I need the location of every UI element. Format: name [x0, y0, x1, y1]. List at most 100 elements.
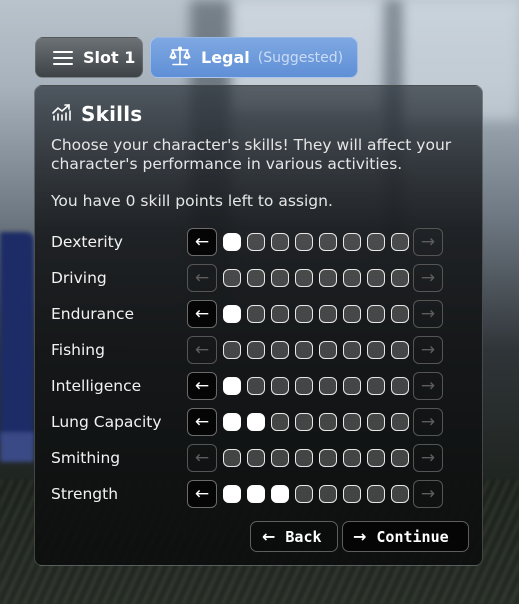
skill-row: Fishing ← → [51, 332, 443, 368]
skill-pip-empty [343, 485, 361, 503]
arrow-left-icon: ← [194, 267, 210, 288]
continue-button-label: Continue [376, 527, 449, 546]
increase-skill-button[interactable]: → [413, 408, 443, 436]
background-object [0, 232, 34, 442]
decrease-skill-button[interactable]: ← [187, 336, 217, 364]
skill-row: Lung Capacity ← → [51, 404, 443, 440]
skill-row: Strength ← → [51, 476, 443, 512]
skill-pip-filled [223, 233, 241, 251]
skill-pip-empty [271, 377, 289, 395]
skill-name: Intelligence [51, 377, 142, 395]
skill-pip-empty [391, 449, 409, 467]
skill-pip-filled [223, 305, 241, 323]
skill-pip-empty [247, 377, 265, 395]
skill-pip-empty [319, 269, 337, 287]
arrow-right-icon: → [420, 483, 436, 504]
skill-pip-empty [295, 341, 313, 359]
skill-pip-empty [295, 413, 313, 431]
skill-pip-empty [271, 305, 289, 323]
tab-legal-sublabel: (Suggested) [257, 49, 344, 66]
skill-pip-empty [367, 305, 385, 323]
increase-skill-button[interactable]: → [413, 228, 443, 256]
skill-pip-empty [271, 413, 289, 431]
tab-slot[interactable]: Slot 1 [35, 37, 143, 78]
increase-skill-button[interactable]: → [413, 300, 443, 328]
tab-legal-label: Legal [201, 48, 250, 67]
skill-pip-empty [391, 377, 409, 395]
skill-level-pips [223, 233, 409, 251]
arrow-right-icon: → [420, 267, 436, 288]
skills-panel: Skills Choose your character's skills! T… [34, 85, 483, 566]
decrease-skill-button[interactable]: ← [187, 228, 217, 256]
skill-level-pips [223, 305, 409, 323]
skill-pip-empty [319, 305, 337, 323]
skill-pip-empty [319, 233, 337, 251]
arrow-right-icon: → [420, 375, 436, 396]
skill-pip-empty [343, 269, 361, 287]
skill-pip-empty [319, 449, 337, 467]
skill-pip-empty [295, 269, 313, 287]
skill-name: Endurance [51, 305, 135, 323]
skill-pip-empty [367, 413, 385, 431]
skill-row: Intelligence ← → [51, 368, 443, 404]
tab-slot-label: Slot 1 [83, 48, 136, 67]
decrease-skill-button[interactable]: ← [187, 300, 217, 328]
skill-pip-empty [223, 341, 241, 359]
skill-pip-empty [295, 305, 313, 323]
skill-level-pips [223, 377, 409, 395]
skill-pip-filled [247, 413, 265, 431]
skill-row: Endurance ← → [51, 296, 443, 332]
decrease-skill-button[interactable]: ← [187, 264, 217, 292]
skill-pip-empty [295, 377, 313, 395]
skill-pip-empty [271, 341, 289, 359]
decrease-skill-button[interactable]: ← [187, 408, 217, 436]
skill-name: Driving [51, 269, 107, 287]
skill-pip-empty [367, 233, 385, 251]
decrease-skill-button[interactable]: ← [187, 480, 217, 508]
chart-icon [52, 103, 72, 125]
skill-pip-empty [295, 485, 313, 503]
skill-pip-empty [247, 269, 265, 287]
tab-legal[interactable]: Legal (Suggested) [150, 37, 358, 78]
menu-icon [53, 50, 73, 65]
skill-row: Dexterity ← → [51, 224, 443, 260]
increase-skill-button[interactable]: → [413, 372, 443, 400]
skill-pip-empty [247, 341, 265, 359]
skill-pip-empty [391, 341, 409, 359]
increase-skill-button[interactable]: → [413, 480, 443, 508]
skill-pip-empty [367, 377, 385, 395]
panel-header: Skills [52, 102, 142, 126]
increase-skill-button[interactable]: → [413, 264, 443, 292]
skill-level-pips [223, 269, 409, 287]
skill-level-pips [223, 413, 409, 431]
skill-pip-empty [343, 377, 361, 395]
skill-pip-empty [319, 377, 337, 395]
skill-pip-empty [343, 413, 361, 431]
back-button[interactable]: ← Back [250, 521, 338, 552]
skill-pip-empty [367, 485, 385, 503]
increase-skill-button[interactable]: → [413, 444, 443, 472]
decrease-skill-button[interactable]: ← [187, 444, 217, 472]
arrow-left-icon: ← [194, 483, 210, 504]
arrow-left-icon: ← [262, 527, 276, 546]
arrow-left-icon: ← [194, 447, 210, 468]
skill-pip-empty [295, 233, 313, 251]
arrow-left-icon: ← [194, 339, 210, 360]
arrow-right-icon: → [420, 303, 436, 324]
increase-skill-button[interactable]: → [413, 336, 443, 364]
arrow-left-icon: ← [194, 303, 210, 324]
panel-title: Skills [81, 102, 143, 126]
skill-pip-empty [391, 485, 409, 503]
skill-pip-empty [223, 269, 241, 287]
skill-pip-empty [391, 269, 409, 287]
skill-pip-empty [319, 413, 337, 431]
skill-pip-filled [271, 485, 289, 503]
arrow-right-icon: → [420, 411, 436, 432]
back-button-label: Back [285, 527, 322, 546]
skill-pip-empty [367, 341, 385, 359]
skill-pip-empty [247, 233, 265, 251]
skill-pip-empty [343, 341, 361, 359]
continue-button[interactable]: → Continue [342, 521, 469, 552]
arrow-left-icon: ← [194, 375, 210, 396]
decrease-skill-button[interactable]: ← [187, 372, 217, 400]
